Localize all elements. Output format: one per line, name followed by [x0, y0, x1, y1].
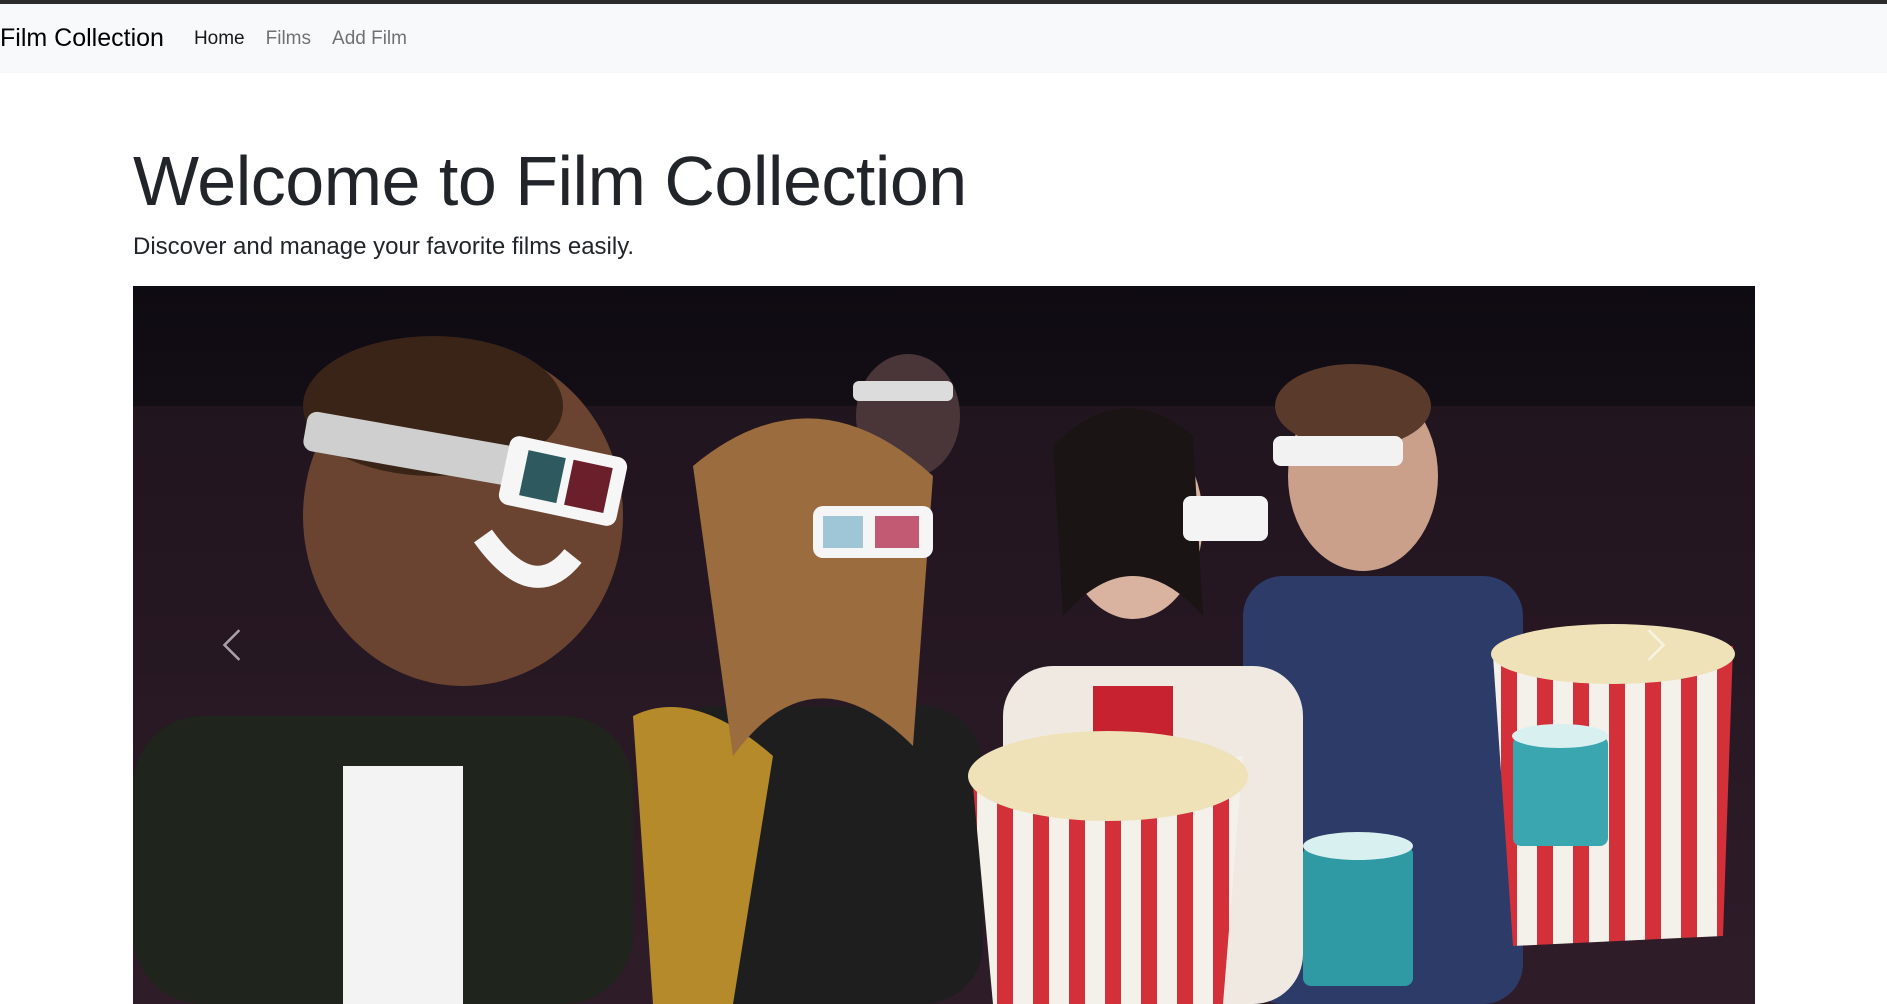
page-lead: Discover and manage your favorite films …: [133, 233, 635, 260]
image-carousel: [133, 286, 1755, 1004]
carousel-next-button[interactable]: [1555, 286, 1755, 1004]
page-title: Welcome to Film Collection: [133, 142, 967, 220]
carousel-slide-image: [133, 286, 1755, 1004]
nav-links: Home Films Add Film: [194, 28, 428, 50]
chevron-left-icon: [222, 629, 241, 661]
nav-link-home[interactable]: Home: [194, 28, 245, 50]
navbar: Film Collection Home Films Add Film: [0, 4, 1887, 73]
nav-link-films[interactable]: Films: [266, 28, 311, 50]
nav-link-add-film[interactable]: Add Film: [332, 28, 407, 50]
carousel-prev-button[interactable]: [133, 286, 333, 1004]
chevron-right-icon: [1647, 629, 1666, 661]
navbar-brand[interactable]: Film Collection: [0, 24, 164, 53]
